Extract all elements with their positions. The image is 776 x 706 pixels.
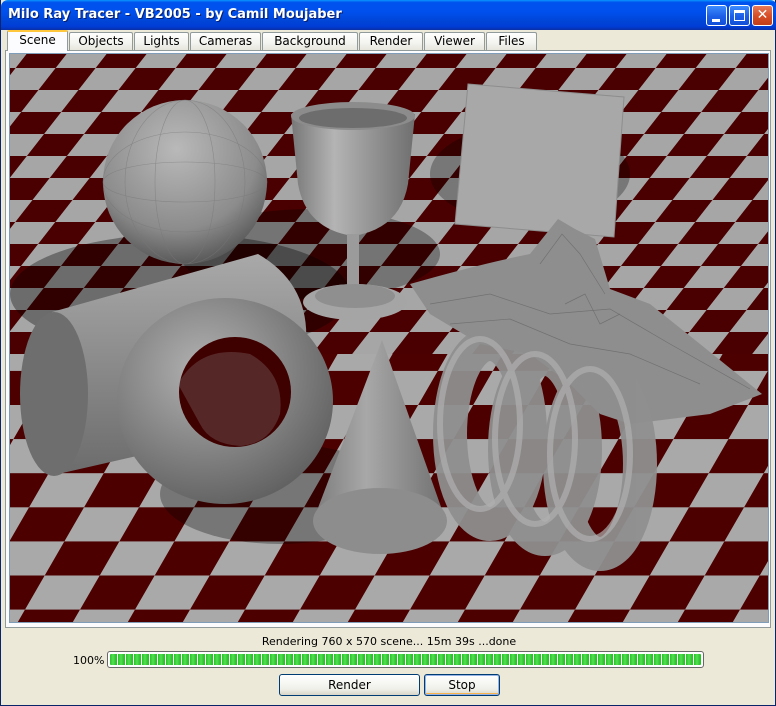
- tab-render[interactable]: Render: [359, 32, 423, 50]
- maximize-button[interactable]: [729, 5, 750, 26]
- rendered-scene-image: [10, 54, 768, 622]
- render-button[interactable]: Render: [279, 674, 420, 696]
- window-title: Milo Ray Tracer - VB2005 - by Camil Mouj…: [8, 7, 342, 22]
- app-window: Milo Ray Tracer - VB2005 - by Camil Mouj…: [0, 0, 776, 706]
- tab-viewer[interactable]: Viewer: [424, 32, 485, 50]
- stop-button[interactable]: Stop: [424, 674, 500, 696]
- title-bar[interactable]: Milo Ray Tracer - VB2005 - by Camil Mouj…: [1, 0, 776, 30]
- tab-lights[interactable]: Lights: [134, 32, 189, 50]
- tab-files[interactable]: Files: [486, 32, 537, 50]
- minimize-button[interactable]: [706, 5, 727, 26]
- render-progress-bar: [107, 651, 704, 668]
- tab-cameras[interactable]: Cameras: [190, 32, 261, 50]
- close-icon: ✕: [756, 7, 769, 23]
- minimize-icon: [712, 19, 720, 22]
- progress-bar-fill: [110, 654, 701, 665]
- render-status-message: Rendering 760 x 570 scene... 15m 39s ...…: [261, 635, 517, 648]
- close-button[interactable]: ✕: [752, 5, 773, 26]
- render-viewport[interactable]: [9, 53, 769, 623]
- maximize-icon: [734, 10, 745, 21]
- tab-strip: Scene Objects Lights Cameras Background …: [7, 30, 771, 51]
- progress-percentage: 100%: [73, 654, 105, 667]
- tab-scene[interactable]: Scene: [7, 30, 68, 51]
- tab-objects[interactable]: Objects: [69, 32, 133, 50]
- tab-background[interactable]: Background: [262, 32, 358, 50]
